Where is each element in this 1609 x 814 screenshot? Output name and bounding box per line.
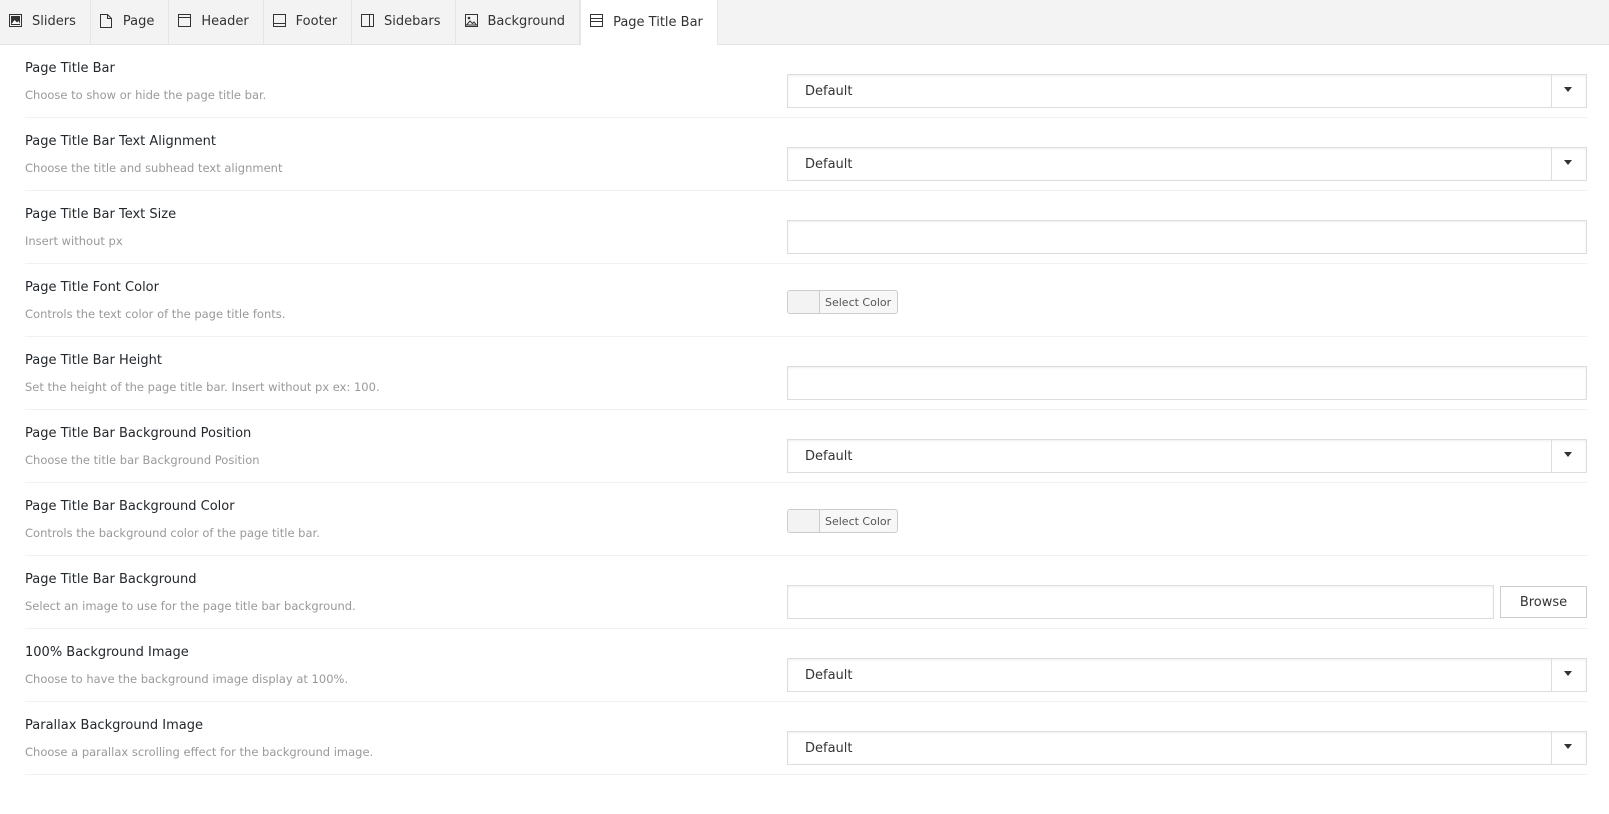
title-bar-icon [590,14,604,28]
setting-description: Choose to have the background image disp… [25,672,349,686]
setting-title: Page Title Font Color [25,280,159,295]
font-color-picker-button[interactable]: Select Color [787,290,899,314]
setting-text-size: Page Title Bar Text Size Insert without … [25,191,1587,264]
setting-background-image: Page Title Bar Background Select an imag… [25,556,1587,629]
setting-description: Insert without px [25,234,123,248]
select-value: Default [805,741,853,756]
color-swatch [788,291,820,313]
setting-title: Page Title Bar Background [25,572,197,587]
tab-footer[interactable]: Footer [264,0,353,44]
color-swatch [788,510,820,532]
select-color-label: Select Color [825,514,892,528]
tab-page-title-bar[interactable]: Page Title Bar [580,0,718,45]
setting-description: Controls the text color of the page titl… [25,307,286,321]
tab-header[interactable]: Header [169,0,264,44]
select-toggle[interactable] [1551,440,1586,472]
page-title-bar-select[interactable]: Default [787,74,1587,108]
chevron-down-icon [1564,87,1572,92]
tab-background[interactable]: Background [456,0,581,44]
setting-full-background: 100% Background Image Choose to have the… [25,629,1587,702]
select-toggle[interactable] [1551,732,1586,764]
setting-title: Page Title Bar Text Alignment [25,134,216,149]
tab-label: Page Title Bar [613,14,703,30]
setting-title: Page Title Bar Text Size [25,207,177,222]
setting-page-title-bar: Page Title Bar Choose to show or hide th… [25,45,1587,118]
select-value: Default [805,668,853,683]
setting-description: Choose to show or hide the page title ba… [25,88,267,102]
text-alignment-select[interactable]: Default [787,147,1587,181]
bar-height-input[interactable] [787,366,1587,400]
sidebars-icon [361,13,375,28]
image-icon [9,13,23,28]
tab-sidebars[interactable]: Sidebars [352,0,456,44]
setting-bar-height: Page Title Bar Height Set the height of … [25,337,1587,410]
tab-label: Sliders [32,14,76,29]
setting-title: Parallax Background Image [25,718,203,733]
setting-background-position: Page Title Bar Background Position Choos… [25,410,1587,483]
full-background-select[interactable]: Default [787,658,1587,692]
select-value: Default [805,157,853,172]
settings-list: Page Title Bar Choose to show or hide th… [0,45,1609,775]
browse-button[interactable]: Browse [1500,586,1587,618]
setting-title: Page Title Bar Height [25,353,162,368]
background-image-url-input[interactable] [787,585,1494,619]
setting-title: 100% Background Image [25,645,189,660]
setting-description: Select an image to use for the page titl… [25,599,356,613]
setting-font-color: Page Title Font Color Controls the text … [25,264,1587,337]
select-toggle[interactable] [1551,75,1586,107]
background-icon [464,13,479,28]
setting-description: Choose the title bar Background Position [25,453,260,467]
footer-icon [272,13,287,28]
setting-description: Choose the title and subhead text alignm… [25,161,283,175]
setting-parallax: Parallax Background Image Choose a paral… [25,702,1587,775]
chevron-down-icon [1564,452,1572,457]
setting-title: Page Title Bar Background Color [25,499,235,514]
background-position-select[interactable]: Default [787,439,1587,473]
setting-text-alignment: Page Title Bar Text Alignment Choose the… [25,118,1587,191]
text-size-input[interactable] [787,220,1587,254]
background-color-picker-button[interactable]: Select Color [787,509,899,533]
setting-description: Choose a parallax scrolling effect for t… [25,745,374,759]
chevron-down-icon [1564,160,1572,165]
setting-title: Page Title Bar [25,61,115,76]
tab-page[interactable]: Page [91,0,170,44]
tab-label: Sidebars [384,14,441,29]
select-toggle[interactable] [1551,148,1586,180]
chevron-down-icon [1564,671,1572,676]
parallax-select[interactable]: Default [787,731,1587,765]
tab-label: Footer [295,14,338,29]
page-icon [99,13,114,28]
setting-title: Page Title Bar Background Position [25,426,252,441]
tab-sliders[interactable]: Sliders [0,0,91,44]
select-color-label: Select Color [825,295,892,309]
tab-label: Background [487,14,566,29]
setting-description: Controls the background color of the pag… [25,526,320,540]
select-value: Default [805,449,853,464]
header-icon [178,13,192,28]
tab-label: Header [201,14,249,29]
chevron-down-icon [1564,744,1572,749]
setting-background-color: Page Title Bar Background Color Controls… [25,483,1587,556]
tab-label: Page [122,14,155,29]
select-toggle[interactable] [1551,659,1586,691]
options-tab-bar: Sliders Page Header Footer Sidebars Back… [0,0,1609,45]
select-value: Default [805,84,853,99]
setting-description: Set the height of the page title bar. In… [25,380,380,394]
